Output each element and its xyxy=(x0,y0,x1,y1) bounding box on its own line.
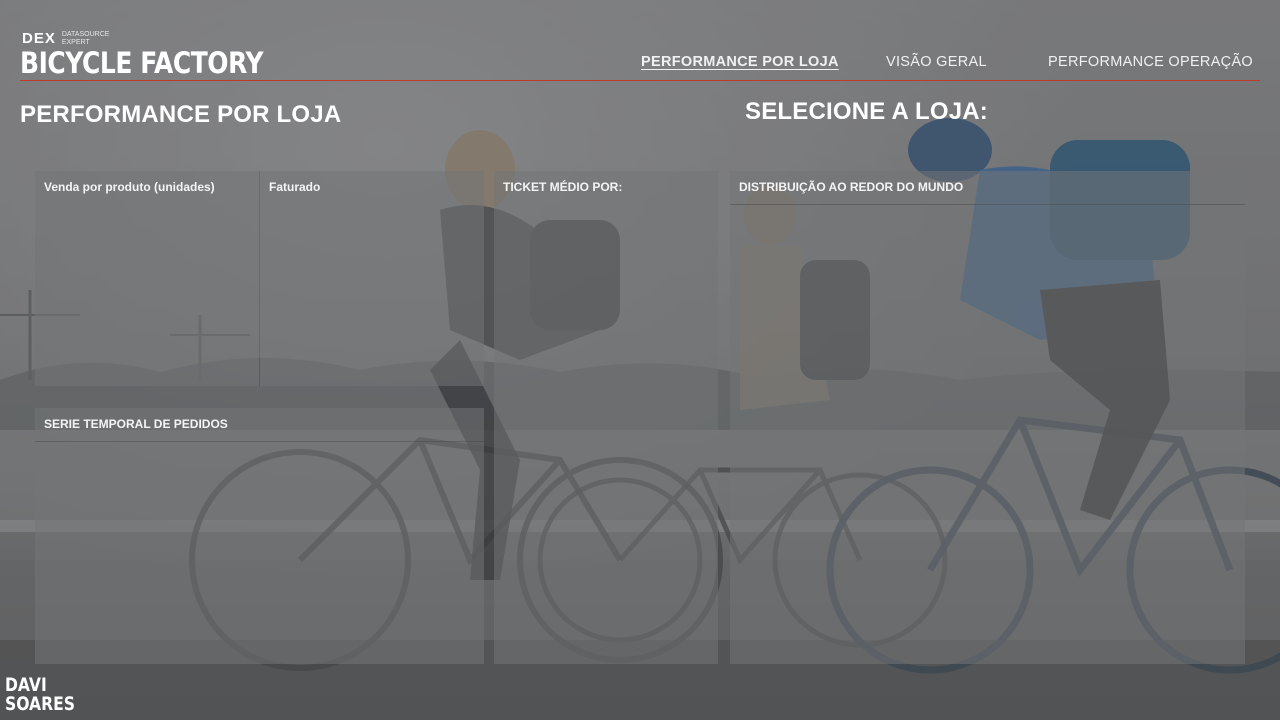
dex-logo-mark: DEX xyxy=(22,30,56,47)
panel-world-distribution: DISTRIBUIÇÃO AO REDOR DO MUNDO xyxy=(730,171,1245,664)
tab-performance-operacao[interactable]: PERFORMANCE OPERAÇÃO xyxy=(1048,54,1253,70)
panel-title: DISTRIBUIÇÃO AO REDOR DO MUNDO xyxy=(739,180,964,194)
dex-logo-sub-line1: DATASOURCE xyxy=(61,30,110,38)
panel-title: SERIE TEMPORAL DE PEDIDOS xyxy=(44,417,228,431)
panel-orders-timeseries: SERIE TEMPORAL DE PEDIDOS xyxy=(35,408,484,664)
header-divider xyxy=(20,80,1260,81)
dex-logo: DEX DATASOURCE EXPERT xyxy=(22,30,109,47)
panel-title: Venda por produto (unidades) xyxy=(44,180,215,194)
panel-sales-by-product: Venda por produto (unidades) xyxy=(35,171,259,386)
signature-line2: SOARES xyxy=(5,693,75,715)
panel-title-rule xyxy=(35,441,484,442)
panel-title: Faturado xyxy=(269,180,321,194)
brand-title: BICYCLE FACTORY xyxy=(20,46,264,80)
panel-title: TICKET MÉDIO POR: xyxy=(503,180,623,194)
tab-visao-geral[interactable]: VISÃO GERAL xyxy=(886,54,987,70)
panel-title-rule xyxy=(730,204,1245,205)
panel-revenue: Faturado xyxy=(260,171,484,386)
store-selector-label[interactable]: SELECIONE A LOJA: xyxy=(745,98,988,126)
dex-logo-sub-line2: EXPERT xyxy=(61,38,90,46)
dex-logo-subtitle: DATASOURCE EXPERT xyxy=(62,31,110,47)
panel-avg-ticket: TICKET MÉDIO POR: xyxy=(494,171,718,664)
tab-performance-por-loja[interactable]: PERFORMANCE POR LOJA xyxy=(641,54,839,70)
page-title: PERFORMANCE POR LOJA xyxy=(20,101,342,128)
author-signature: DAVI SOARES xyxy=(5,676,75,714)
